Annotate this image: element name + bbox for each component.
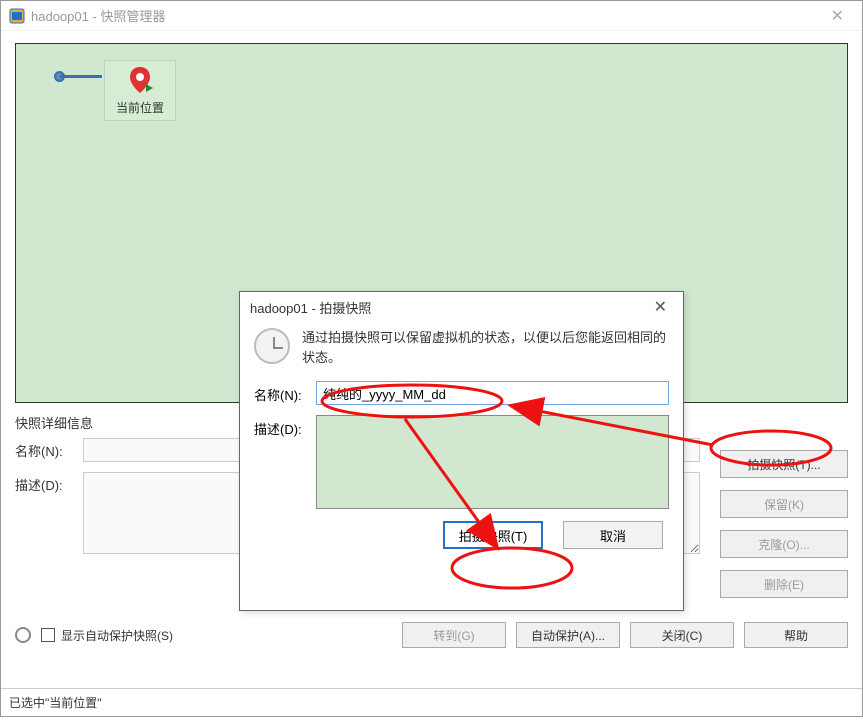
clone-button[interactable]: 克隆(O)... — [720, 530, 848, 558]
location-pin-icon — [127, 67, 153, 97]
clock-icon — [254, 328, 290, 364]
dialog-button-row: 拍摄快照(T) 取消 — [254, 521, 669, 549]
radio-indicator — [15, 627, 31, 643]
take-snapshot-dialog: hadoop01 - 拍摄快照 ✕ 通过拍摄快照可以保留虚拟机的状态，以便以后您… — [239, 291, 684, 611]
dialog-info-row: 通过拍摄快照可以保留虚拟机的状态，以便以后您能返回相同的状态。 — [254, 328, 669, 367]
show-autoprotect-label: 显示自动保护快照(S) — [61, 627, 173, 644]
dialog-desc-label: 描述(D): — [254, 415, 316, 438]
dialog-close-button[interactable]: ✕ — [648, 297, 673, 317]
status-bar: 已选中"当前位置" — [1, 688, 862, 716]
delete-button[interactable]: 删除(E) — [720, 570, 848, 598]
dialog-info-text: 通过拍摄快照可以保留虚拟机的状态，以便以后您能返回相同的状态。 — [302, 328, 669, 367]
dialog-cancel-button[interactable]: 取消 — [563, 521, 663, 549]
bottom-button-row: 显示自动保护快照(S) 转到(G) 自动保护(A)... 关闭(C) 帮助 — [15, 622, 848, 648]
goto-button[interactable]: 转到(G) — [402, 622, 506, 648]
details-button-panel: 拍摄快照(T)... 保留(K) 克隆(O)... 删除(E) — [720, 438, 848, 598]
current-state-node[interactable]: 当前位置 — [104, 60, 176, 121]
app-icon — [9, 8, 25, 24]
dialog-name-input[interactable] — [316, 381, 669, 405]
checkbox-icon — [41, 628, 55, 642]
window-close-button[interactable]: ✕ — [821, 6, 854, 26]
window-titlebar: hadoop01 - 快照管理器 ✕ — [1, 1, 862, 31]
dialog-ok-button[interactable]: 拍摄快照(T) — [443, 521, 543, 549]
dialog-desc-input[interactable] — [316, 415, 669, 509]
help-button[interactable]: 帮助 — [744, 622, 848, 648]
dialog-name-label: 名称(N): — [254, 381, 316, 404]
autoprotect-button[interactable]: 自动保护(A)... — [516, 622, 620, 648]
current-state-label: 当前位置 — [116, 101, 164, 115]
detail-desc-label: 描述(D): — [15, 472, 83, 494]
dialog-desc-row: 描述(D): — [254, 415, 669, 509]
timeline-arrow — [60, 75, 102, 78]
show-autoprotect-checkbox[interactable]: 显示自动保护快照(S) — [41, 627, 173, 644]
dialog-title: hadoop01 - 拍摄快照 — [250, 298, 648, 317]
detail-name-label: 名称(N): — [15, 438, 83, 460]
take-snapshot-button[interactable]: 拍摄快照(T)... — [720, 450, 848, 478]
dialog-name-row: 名称(N): — [254, 381, 669, 405]
keep-button[interactable]: 保留(K) — [720, 490, 848, 518]
dialog-titlebar: hadoop01 - 拍摄快照 ✕ — [240, 292, 683, 322]
close-button[interactable]: 关闭(C) — [630, 622, 734, 648]
window-title: hadoop01 - 快照管理器 — [31, 6, 821, 25]
dialog-body: 通过拍摄快照可以保留虚拟机的状态，以便以后您能返回相同的状态。 名称(N): 描… — [240, 322, 683, 559]
